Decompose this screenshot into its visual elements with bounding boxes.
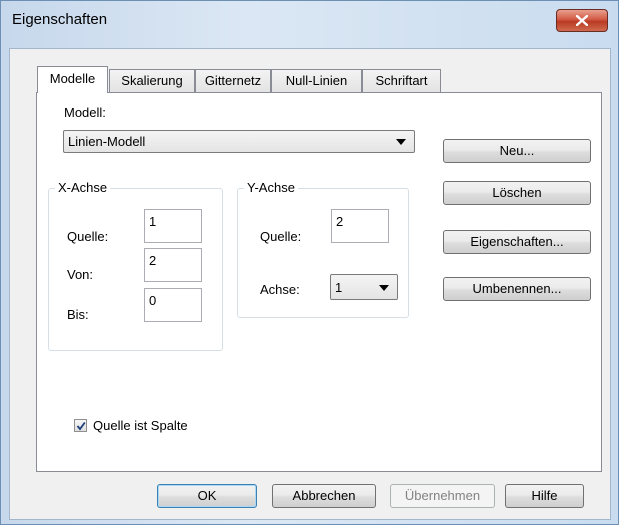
tab-label: Null-Linien [285,73,348,88]
y-axis-select[interactable]: 1 [330,274,398,300]
y-source-value: 2 [336,214,344,229]
source-is-column-label[interactable]: Quelle ist Spalte [93,418,188,433]
close-button[interactable] [556,9,608,32]
x-source-value: 1 [149,214,157,229]
title-bar[interactable]: Eigenschaften [1,1,619,41]
properties-dialog: Eigenschaften Modelle Skalierung Gittern… [0,0,619,525]
tab-skalierung[interactable]: Skalierung [109,69,195,92]
checkmark-icon [76,421,86,430]
tab-label: Skalierung [121,73,183,88]
y-axis-group: Y-Achse Quelle: 2 Achse: 1 [237,180,409,318]
dialog-client-area: Modelle Skalierung Gitternetz Null-Linie… [9,48,611,520]
tab-label: Gitternetz [204,73,262,88]
y-axis-select-label: Achse: [260,282,300,297]
x-to-value: 0 [149,293,157,308]
x-axis-group: X-Achse Quelle: 1 Von: 2 Bis: 0 [48,180,223,351]
y-source-field[interactable]: 2 [331,209,389,243]
tab-label: Modelle [49,71,96,86]
x-from-field[interactable]: 2 [144,248,202,282]
tab-gitternetz[interactable]: Gitternetz [195,69,271,92]
ok-button[interactable]: OK [157,484,257,508]
tab-label: Schriftart [375,73,428,88]
model-select-value: Linien-Modell [68,134,146,149]
x-from-value: 2 [149,253,157,268]
new-button[interactable]: Neu... [443,139,591,163]
x-source-label: Quelle: [67,229,109,244]
tab-panel-modelle: Modell: Linien-Modell X-Achse Quelle: 1 … [36,92,602,472]
properties-button[interactable]: Eigenschaften... [443,230,591,254]
tab-null-linien[interactable]: Null-Linien [271,69,362,92]
apply-button[interactable]: Übernehmen [390,484,495,508]
x-to-field[interactable]: 0 [144,288,202,322]
y-source-label: Quelle: [260,229,302,244]
chevron-down-icon [396,139,406,145]
cancel-button[interactable]: Abbrechen [272,484,376,508]
model-label: Modell: [64,105,106,120]
x-from-label: Von: [67,267,94,282]
rename-button[interactable]: Umbenennen... [443,277,591,301]
x-to-label: Bis: [67,307,89,322]
chevron-down-icon [379,285,389,291]
y-axis-select-value: 1 [335,280,343,295]
model-select[interactable]: Linien-Modell [63,130,415,153]
source-is-column-checkbox[interactable] [74,419,87,432]
x-axis-title: X-Achse [55,180,111,195]
tab-schriftart[interactable]: Schriftart [362,69,441,92]
window-title: Eigenschaften [12,11,108,28]
tab-modelle[interactable]: Modelle [37,66,108,93]
x-source-field[interactable]: 1 [144,209,202,243]
delete-button[interactable]: Löschen [443,181,591,205]
help-button[interactable]: Hilfe [505,484,584,508]
close-icon [576,15,588,26]
y-axis-title: Y-Achse [244,180,298,195]
